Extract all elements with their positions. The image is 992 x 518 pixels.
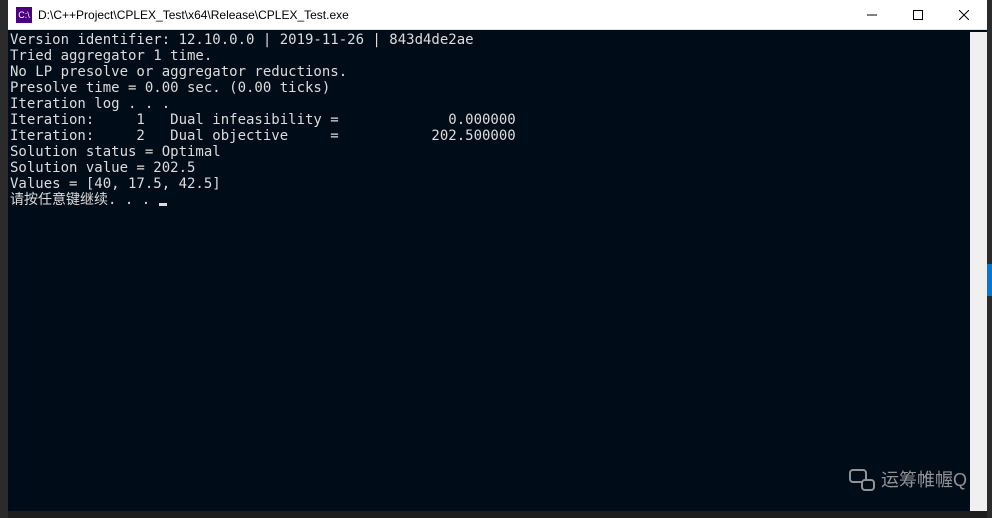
editor-left-edge xyxy=(0,0,8,518)
console-line: Solution value = 202.5 xyxy=(8,160,970,176)
console-line: Iteration: 2 Dual objective = 202.500000 xyxy=(8,128,970,144)
window-controls xyxy=(849,0,987,29)
vertical-scrollbar[interactable] xyxy=(970,32,987,511)
console-line: Presolve time = 0.00 sec. (0.00 ticks) xyxy=(8,80,970,96)
console-line: Version identifier: 12.10.0.0 | 2019-11-… xyxy=(8,32,970,48)
minimize-button[interactable] xyxy=(849,0,895,29)
console-line: Iteration log . . . xyxy=(8,96,970,112)
app-icon: C:\ xyxy=(16,7,32,23)
title-bar[interactable]: C:\ D:\C++Project\CPLEX_Test\x64\Release… xyxy=(8,0,987,30)
editor-right-indicator xyxy=(987,264,992,296)
console-output[interactable]: Version identifier: 12.10.0.0 | 2019-11-… xyxy=(8,32,970,511)
window-title: D:\C++Project\CPLEX_Test\x64\Release\CPL… xyxy=(38,8,849,22)
console-window: C:\ D:\C++Project\CPLEX_Test\x64\Release… xyxy=(8,0,987,511)
console-line: Iteration: 1 Dual infeasibility = 0.0000… xyxy=(8,112,970,128)
editor-right-edge xyxy=(987,0,992,518)
cursor xyxy=(159,203,167,206)
close-button[interactable] xyxy=(941,0,987,29)
console-body: Version identifier: 12.10.0.0 | 2019-11-… xyxy=(8,30,987,511)
console-line: Solution status = Optimal xyxy=(8,144,970,160)
maximize-button[interactable] xyxy=(895,0,941,29)
console-line: No LP presolve or aggregator reductions. xyxy=(8,64,970,80)
console-line: 请按任意键继续. . . xyxy=(8,192,970,208)
console-line: Tried aggregator 1 time. xyxy=(8,48,970,64)
console-line: Values = [40, 17.5, 42.5] xyxy=(8,176,970,192)
